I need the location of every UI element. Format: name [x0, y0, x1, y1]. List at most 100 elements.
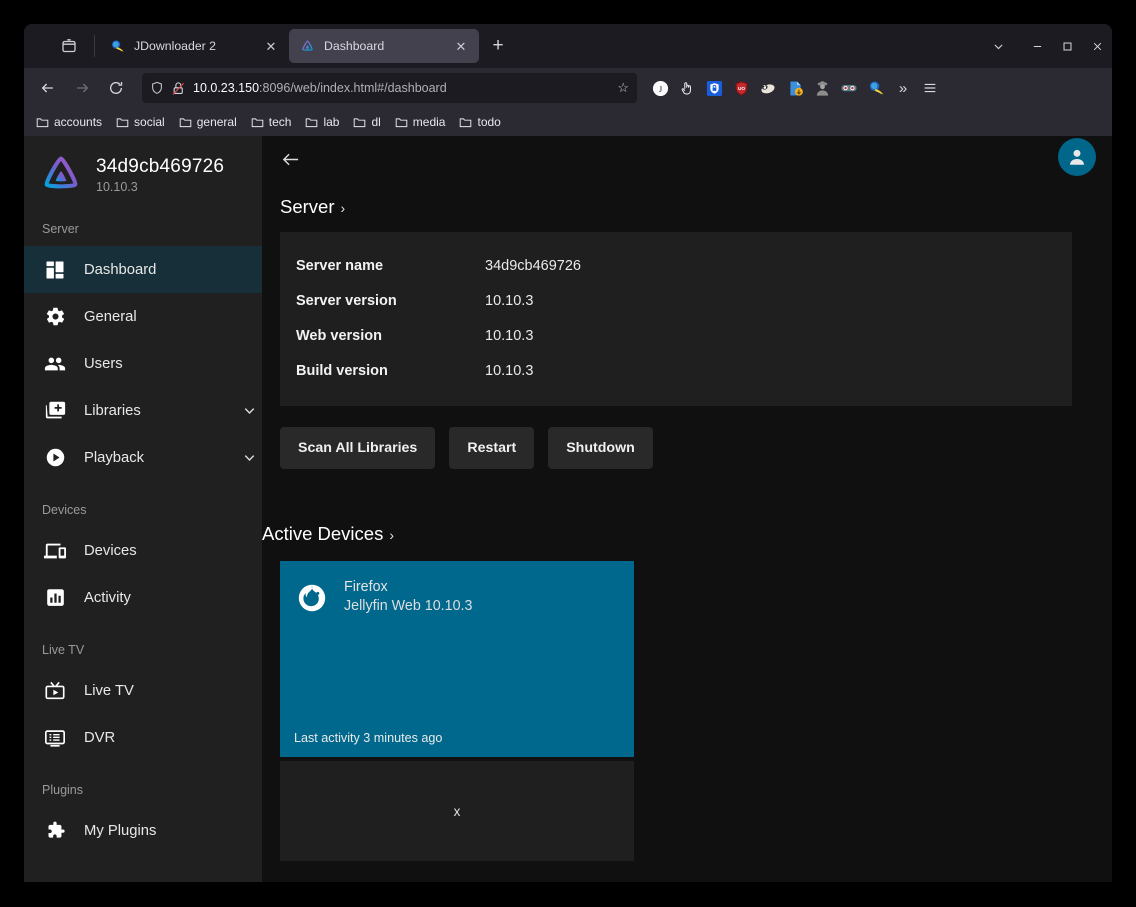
- dashboard-icon: [44, 259, 66, 281]
- new-tab-button[interactable]: +: [483, 31, 513, 61]
- user-avatar[interactable]: [1058, 138, 1096, 176]
- folder-icon: [116, 116, 129, 129]
- shield-icon[interactable]: [150, 81, 164, 95]
- sidebar-item-libraries[interactable]: Libraries: [24, 387, 262, 434]
- sidebar-item-label: Devices: [84, 542, 137, 559]
- info-value: 34d9cb469726: [485, 257, 581, 274]
- forward-button-icon[interactable]: [66, 73, 98, 103]
- badger-extension-icon[interactable]: [755, 74, 781, 102]
- j-circle-extension-icon[interactable]: J: [647, 74, 673, 102]
- window-close-button[interactable]: [1082, 24, 1112, 68]
- sidebar-item-playback[interactable]: Playback: [24, 434, 262, 481]
- firefox-view-icon[interactable]: [52, 30, 86, 62]
- sidebar-item-live-tv[interactable]: Live TV: [24, 667, 262, 714]
- tab-close-icon[interactable]: ✕: [261, 36, 281, 56]
- ublock-origin-extension-icon[interactable]: UO: [728, 74, 754, 102]
- overflow-chevrons-icon[interactable]: »: [890, 74, 916, 102]
- hand-cursor-extension-icon[interactable]: [674, 74, 700, 102]
- live-tv-icon: [44, 680, 66, 702]
- firefox-icon: [294, 579, 330, 615]
- bookmark-todo[interactable]: todo: [453, 112, 506, 132]
- bookmark-general[interactable]: general: [173, 112, 243, 132]
- server-section-heading[interactable]: Server ›: [280, 182, 345, 232]
- active-devices-list: Firefox Jellyfin Web 10.10.3 Last activi…: [280, 561, 1112, 861]
- tracking-protection-off-icon[interactable]: [171, 81, 186, 96]
- device-card-firefox[interactable]: Firefox Jellyfin Web 10.10.3 Last activi…: [280, 561, 634, 757]
- sidebar-section-plugins: Plugins: [42, 783, 83, 797]
- bitwarden-extension-icon[interactable]: [701, 74, 727, 102]
- sidebar-item-activity[interactable]: Activity: [24, 574, 262, 621]
- sidebar-header[interactable]: 34d9cb469726 10.10.3: [24, 136, 262, 212]
- url-bar[interactable]: 10.0.23.150:8096/web/index.html#/dashboa…: [142, 73, 637, 103]
- bookmarks-bar: accounts social general tech lab dl medi…: [24, 108, 1112, 136]
- main-content: Server › Server name 34d9cb469726 Server…: [262, 136, 1112, 882]
- sidebar-server-version: 10.10.3: [96, 180, 138, 194]
- window-maximize-button[interactable]: [1052, 24, 1082, 68]
- sidebar-item-label: My Plugins: [84, 822, 157, 839]
- shutdown-button[interactable]: Shutdown: [548, 427, 653, 469]
- sidebar-item-general[interactable]: General: [24, 293, 262, 340]
- download-helper-extension-icon[interactable]: [782, 74, 808, 102]
- server-actions: Scan All Libraries Restart Shutdown: [280, 427, 1112, 469]
- reload-button-icon[interactable]: [100, 73, 132, 103]
- active-devices-title: Active Devices: [262, 523, 384, 544]
- goggles-extension-icon[interactable]: [836, 74, 862, 102]
- info-row-build-version: Build version 10.10.3: [280, 353, 1072, 388]
- tab-jdownloader[interactable]: JDownloader 2 ✕: [99, 29, 289, 63]
- puzzle-piece-icon: [44, 820, 66, 842]
- info-key: Server version: [296, 292, 397, 309]
- tab-dashboard[interactable]: Dashboard ✕: [289, 29, 479, 63]
- tab-close-icon[interactable]: ✕: [451, 36, 471, 56]
- folder-icon: [395, 116, 408, 129]
- bookmark-star-icon[interactable]: ☆: [617, 80, 629, 96]
- sidebar-item-my-plugins[interactable]: My Plugins: [24, 807, 262, 854]
- bookmark-label: todo: [477, 115, 501, 129]
- jdownloader-favicon: [109, 38, 126, 55]
- library-add-icon: [44, 400, 66, 422]
- bookmark-tech[interactable]: tech: [245, 112, 298, 132]
- navigation-toolbar: 10.0.23.150:8096/web/index.html#/dashboa…: [24, 68, 1112, 108]
- chevron-down-icon[interactable]: [236, 450, 262, 465]
- sidebar-section-livetv: Live TV: [42, 643, 85, 657]
- tab-divider: [94, 35, 95, 57]
- info-key: Web version: [296, 327, 382, 344]
- url-text[interactable]: 10.0.23.150:8096/web/index.html#/dashboa…: [193, 81, 610, 95]
- device-card-placeholder: x: [280, 761, 634, 861]
- users-icon: [44, 353, 66, 375]
- folder-icon: [36, 116, 49, 129]
- sidebar-item-dashboard[interactable]: Dashboard: [24, 246, 262, 293]
- play-circle-icon: [44, 447, 66, 469]
- hamburger-menu-icon[interactable]: [917, 74, 943, 102]
- active-devices-heading[interactable]: Active Devices ›: [262, 509, 394, 559]
- bookmark-lab[interactable]: lab: [299, 112, 345, 132]
- main-topbar: [262, 136, 1112, 182]
- tab-list-chevron-icon[interactable]: [980, 30, 1016, 62]
- bookmark-media[interactable]: media: [389, 112, 452, 132]
- sidebar-item-label: Libraries: [84, 402, 141, 419]
- sidebar-item-devices[interactable]: Devices: [24, 527, 262, 574]
- folder-icon: [305, 116, 318, 129]
- spy-extension-icon[interactable]: [809, 74, 835, 102]
- info-key: Server name: [296, 257, 384, 274]
- sidebar-item-users[interactable]: Users: [24, 340, 262, 387]
- sidebar-item-label: Live TV: [84, 682, 134, 699]
- bookmark-social[interactable]: social: [110, 112, 171, 132]
- jellyfin-page: 34d9cb469726 10.10.3 Server Dashboard Ge…: [24, 136, 1112, 882]
- window-minimize-button[interactable]: [1022, 24, 1052, 68]
- jdownloader-extension-icon[interactable]: [863, 74, 889, 102]
- jellyfin-favicon: [299, 38, 316, 55]
- back-button-icon[interactable]: [32, 73, 64, 103]
- tab-title: JDownloader 2: [134, 39, 217, 53]
- server-section-title: Server: [280, 196, 335, 217]
- tab-title: Dashboard: [324, 39, 385, 53]
- bookmark-label: accounts: [54, 115, 103, 129]
- user-avatar-icon: [1070, 149, 1084, 165]
- sidebar-item-label: Activity: [84, 589, 131, 606]
- chevron-down-icon[interactable]: [236, 403, 262, 418]
- page-back-arrow-icon[interactable]: [280, 149, 301, 170]
- bookmark-dl[interactable]: dl: [347, 112, 386, 132]
- restart-button[interactable]: Restart: [449, 427, 535, 469]
- bookmark-accounts[interactable]: accounts: [30, 112, 108, 132]
- scan-all-libraries-button[interactable]: Scan All Libraries: [280, 427, 436, 469]
- sidebar-item-dvr[interactable]: DVR: [24, 714, 262, 761]
